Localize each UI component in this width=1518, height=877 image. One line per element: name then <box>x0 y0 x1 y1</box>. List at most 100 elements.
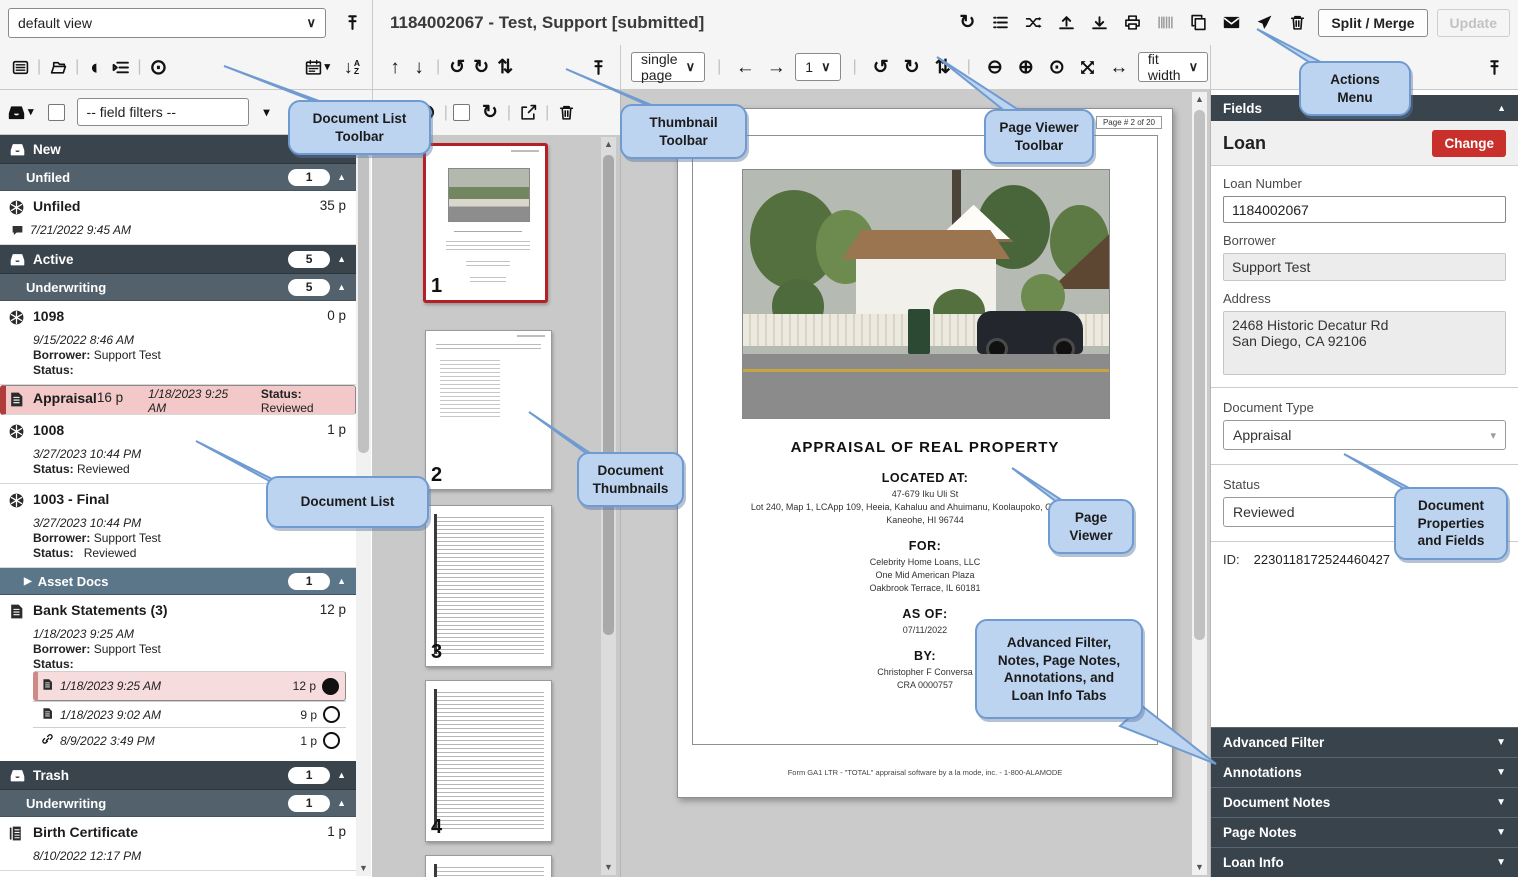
list-view-icon[interactable] <box>988 9 1012 37</box>
subsection-header-underwriting[interactable]: Underwriting 5 ▲ <box>0 274 356 301</box>
indent-list-icon[interactable] <box>108 53 132 81</box>
download-icon[interactable] <box>1087 9 1111 37</box>
subsection-header-unfiled[interactable]: Unfiled 1 ▲ <box>0 164 356 191</box>
expand-icon[interactable]: ▶ <box>24 576 32 587</box>
collapse-icon[interactable]: ▲ <box>1497 103 1506 113</box>
upload-icon[interactable] <box>1054 9 1078 37</box>
tab-annotations[interactable]: Annotations ▼ <box>1211 757 1518 787</box>
view-mode-select[interactable]: single page ∨ <box>631 52 705 82</box>
trash-icon[interactable] <box>1285 9 1309 37</box>
subsection-label: Asset Docs <box>38 574 109 589</box>
prev-page-icon[interactable]: ← <box>733 53 757 81</box>
scrollbar-thumb[interactable] <box>603 155 614 635</box>
scroll-down-icon[interactable]: ▼ <box>356 861 371 876</box>
collapse-icon[interactable]: ▲ <box>337 172 346 182</box>
version-radio-selected[interactable] <box>322 678 339 695</box>
inbox-filter-icon[interactable]: ▾ <box>8 98 34 126</box>
page-number-select[interactable]: 1 ∨ <box>795 53 840 81</box>
loan-number-input[interactable] <box>1223 196 1506 223</box>
version-radio[interactable] <box>323 706 340 723</box>
refresh-icon[interactable]: ↻ <box>478 99 502 127</box>
zoom-out-icon[interactable]: ⊖ <box>983 53 1007 81</box>
view-select[interactable]: default view ∨ <box>8 8 326 38</box>
document-row-1008[interactable]: 1008 1 p 3/27/2023 10:44 PM Status: Revi… <box>0 415 356 484</box>
field-filters-select[interactable]: -- field filters -- <box>77 98 249 126</box>
select-all-checkbox[interactable] <box>48 104 65 121</box>
collapse-icon[interactable]: ▲ <box>337 576 346 586</box>
version-row[interactable]: 1/18/2023 9:02 AM 9 p <box>33 701 346 727</box>
card-view-icon[interactable] <box>8 53 32 81</box>
tab-advanced-filter[interactable]: Advanced Filter ▼ <box>1211 727 1518 757</box>
tab-page-notes[interactable]: Page Notes ▼ <box>1211 817 1518 847</box>
split-merge-button[interactable]: Split / Merge <box>1318 9 1427 37</box>
calendar-icon[interactable]: ▾ <box>305 53 330 81</box>
shuffle-icon[interactable] <box>1021 9 1045 37</box>
scroll-down-icon[interactable]: ▼ <box>1192 860 1207 875</box>
document-row-appraisal-selected[interactable]: Appraisal 16 p 1/18/2023 9:25 AM Status:… <box>0 385 356 415</box>
chevron-down-icon: ▼ <box>1496 767 1506 778</box>
reorder-icon[interactable]: ⇅ <box>493 53 517 81</box>
version-row-linked[interactable]: 8/9/2022 3:49 PM 1 p <box>33 727 346 753</box>
copy-pages-icon[interactable] <box>1186 9 1210 37</box>
collapse-icon[interactable]: ▲ <box>337 798 346 808</box>
send-icon[interactable] <box>1252 9 1276 37</box>
version-radio[interactable] <box>323 732 340 749</box>
pin-icon[interactable] <box>340 9 364 37</box>
collapse-icon[interactable]: ▲ <box>337 770 346 780</box>
document-row-1098[interactable]: 1098 0 p 9/15/2022 8:46 AM Borrower: Sup… <box>0 301 356 385</box>
fit-select[interactable]: fit width ∨ <box>1138 52 1208 82</box>
thumbnail-page-4[interactable]: 4 <box>425 680 552 842</box>
thumbnail-page-5[interactable] <box>425 855 552 877</box>
version-row-selected[interactable]: 1/18/2023 9:25 AM 12 p <box>33 671 346 701</box>
document-row-unfiled[interactable]: Unfiled 35 p 7/21/2022 9:45 AM <box>0 191 356 245</box>
barcode-icon[interactable] <box>1153 9 1177 37</box>
rotate-cw-icon[interactable]: ↻ <box>469 53 493 81</box>
scroll-down-icon[interactable]: ▼ <box>601 860 616 875</box>
fit-horizontal-icon[interactable]: ↔ <box>1107 53 1131 81</box>
target-icon[interactable]: ⊙ <box>1045 53 1069 81</box>
move-up-icon[interactable]: ↑ <box>383 53 407 81</box>
sort-az-icon[interactable]: ↓ AZ <box>340 53 364 81</box>
tab-loan-info[interactable]: Loan Info ▼ <box>1211 847 1518 877</box>
document-row-birth-certificate[interactable]: Birth Certificate 1 p 8/10/2022 12:17 PM <box>0 817 356 871</box>
print-icon[interactable] <box>1120 9 1144 37</box>
rotate-ccw-icon[interactable]: ↺ <box>869 53 893 81</box>
next-page-icon[interactable]: → <box>764 53 788 81</box>
collapse-icon[interactable]: ▲ <box>337 254 346 264</box>
section-header-trash[interactable]: Trash 1 ▲ <box>0 761 356 790</box>
thumbnail-page-2[interactable]: 2 <box>425 330 552 490</box>
zoom-in-icon[interactable]: ⊕ <box>1014 53 1038 81</box>
viewer-scrollbar[interactable]: ▲ ▼ <box>1192 92 1207 875</box>
refresh-icon[interactable]: ↻ <box>955 9 979 37</box>
subsection-header-asset-docs[interactable]: ▶ Asset Docs 1 ▲ <box>0 568 356 595</box>
tab-document-notes[interactable]: Document Notes ▼ <box>1211 787 1518 817</box>
trash-icon[interactable] <box>554 99 578 127</box>
export-icon[interactable] <box>516 99 540 127</box>
change-button[interactable]: Change <box>1432 130 1506 157</box>
thumb-checkbox[interactable] <box>453 104 470 121</box>
update-button[interactable]: Update <box>1437 9 1510 37</box>
pin-icon[interactable] <box>586 53 610 81</box>
thumbnail-page-3[interactable]: 3 <box>425 505 552 667</box>
subsection-header-underwriting-trash[interactable]: Underwriting 1 ▲ <box>0 790 356 817</box>
document-type-select[interactable]: Appraisal ▾ <box>1223 420 1506 450</box>
scroll-up-icon[interactable]: ▲ <box>1192 92 1207 107</box>
fullscreen-icon[interactable] <box>1076 53 1100 81</box>
scrollbar-thumb[interactable] <box>1194 110 1205 640</box>
section-header-active[interactable]: Active 5 ▲ <box>0 245 356 274</box>
folder-open-icon[interactable] <box>46 53 70 81</box>
pin-icon[interactable] <box>1482 53 1506 81</box>
collapse-icon[interactable]: ▲ <box>337 282 346 292</box>
email-icon[interactable] <box>1219 9 1243 37</box>
scroll-up-icon[interactable]: ▲ <box>601 137 616 152</box>
target-icon[interactable]: ⊙ <box>146 53 170 81</box>
move-down-icon[interactable]: ↓ <box>407 53 431 81</box>
flip-vertical-icon[interactable]: ⇅ <box>931 53 955 81</box>
thumbnail-page-1[interactable]: 1 <box>423 143 548 303</box>
field-filters-caret-icon[interactable]: ▾ <box>255 98 279 126</box>
document-row-bank-statements[interactable]: Bank Statements (3) 12 p 1/18/2023 9:25 … <box>0 595 356 755</box>
rotate-ccw-icon[interactable]: ↺ <box>445 53 469 81</box>
scrollbar-thumb[interactable] <box>358 153 369 453</box>
rotate-cw-icon[interactable]: ↻ <box>900 53 924 81</box>
contrast-toggle-icon[interactable]: ◐ <box>84 53 108 81</box>
